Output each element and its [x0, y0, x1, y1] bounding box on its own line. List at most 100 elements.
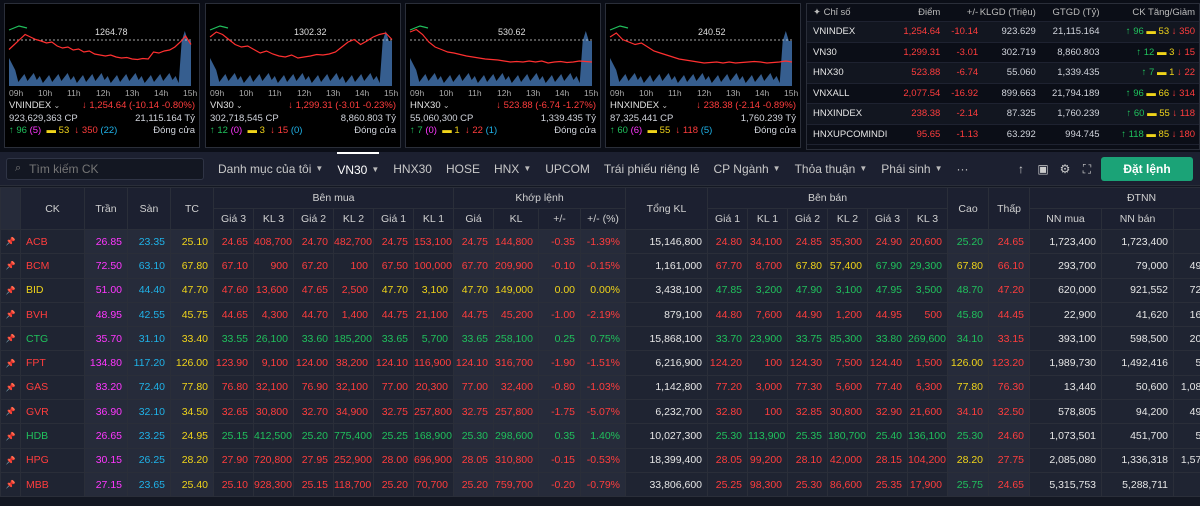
tab-6[interactable]: Trái phiếu riêng lẻ [604, 152, 700, 186]
row-bid-price-3[interactable]: 24.65 [213, 228, 254, 255]
chevron-down-icon[interactable]: ⌄ [659, 101, 668, 110]
row-bid-price-3[interactable]: 47.60 [213, 277, 254, 303]
chart-index-name[interactable]: HNXINDEX [610, 100, 659, 111]
summary-index-name[interactable]: VNXALL [807, 88, 895, 99]
row-bid-price-2[interactable]: 33.60 [293, 326, 334, 352]
pin-icon[interactable]: 📌 [0, 277, 21, 303]
table-row[interactable]: 📌 CTG 35.70 31.10 33.40 33.55 26,100 33.60 185,2… [0, 326, 1200, 352]
row-ask-price-2[interactable]: 33.75 [787, 326, 829, 352]
table-row[interactable]: 📌 BID 51.00 44.40 47.70 47.60 13,600 47.65 2,500… [0, 277, 1200, 303]
row-ask-price-2[interactable]: 25.35 [787, 423, 829, 449]
row-bid-price-2[interactable]: 44.70 [293, 301, 334, 328]
summary-index-name[interactable]: HNX30 [807, 67, 895, 78]
row-ask-price-2[interactable]: 25.30 [787, 471, 829, 498]
row-bid-price-1[interactable]: 77.00 [373, 374, 414, 401]
row-symbol[interactable]: BCM [20, 253, 85, 279]
tab-1[interactable]: VN30 ▼ [337, 151, 380, 186]
row-bid-price-2[interactable]: 76.90 [293, 374, 334, 401]
tab-10[interactable]: ··· [957, 152, 969, 186]
tab-7[interactable]: CP Ngành ▼ [714, 152, 781, 186]
pin-icon[interactable]: 📌 [0, 374, 21, 401]
summary-row[interactable]: HNXUPCOMINDI 95.65 -1.13 63.292 994.745 ↑ 118… [807, 125, 1199, 145]
row-bid-price-3[interactable]: 76.80 [213, 374, 254, 401]
row-bid-price-3[interactable]: 123.90 [213, 350, 254, 376]
row-bid-price-2[interactable]: 47.65 [293, 277, 334, 303]
index-chart-vnindex[interactable]: 1264.78 09h 10h 11h 12h 13h 14h 15h VNINDEX ⌄ ↓ 1… [4, 3, 200, 148]
row-symbol[interactable]: MBB [20, 471, 85, 498]
row-bid-price-2[interactable]: 124.00 [293, 350, 334, 376]
summary-index-name[interactable]: VNINDEX [807, 26, 895, 37]
row-bid-price-2[interactable]: 27.95 [293, 447, 334, 473]
row-ask-price-1[interactable]: 77.20 [707, 374, 749, 401]
pin-icon[interactable]: 📌 [0, 423, 21, 449]
row-ask-price-3[interactable]: 32.90 [867, 399, 909, 425]
tab-8[interactable]: Thỏa thuận ▼ [795, 152, 868, 186]
chevron-down-icon[interactable]: ⌄ [51, 101, 60, 110]
row-ask-price-1[interactable]: 32.80 [707, 399, 749, 425]
row-ask-price-1[interactable]: 124.20 [707, 350, 749, 376]
row-ask-price-3[interactable]: 28.15 [867, 447, 909, 473]
table-row[interactable]: 📌 GAS 83.20 72.40 77.80 76.80 32,100 76.90 32,10… [0, 374, 1200, 401]
row-bid-price-3[interactable]: 25.10 [213, 471, 254, 498]
row-ask-price-2[interactable]: 32.85 [787, 399, 829, 425]
index-chart-hnx30[interactable]: 530.62 09h 10h 11h 12h 13h 14h 15h HNX30 ⌄ ↓ 523.… [405, 3, 601, 148]
place-order-button[interactable]: Đặt lệnh [1101, 157, 1193, 181]
row-symbol[interactable]: BID [20, 277, 85, 303]
row-bid-price-1[interactable]: 24.75 [373, 228, 414, 255]
row-ask-price-1[interactable]: 28.05 [707, 447, 749, 473]
chevron-down-icon[interactable]: ⌄ [441, 101, 450, 110]
row-ask-price-2[interactable]: 24.85 [787, 228, 829, 255]
summary-row[interactable]: VN30 1,299.31 -3.01 302.719 8,860.803 ↑ 12 ▬ … [807, 43, 1199, 63]
row-ask-price-2[interactable]: 44.90 [787, 301, 829, 328]
row-bid-price-1[interactable]: 47.70 [373, 277, 414, 303]
pin-icon[interactable]: 📌 [0, 471, 21, 498]
row-bid-price-1[interactable]: 25.20 [373, 471, 414, 498]
row-ask-price-3[interactable]: 77.40 [867, 374, 909, 401]
pin-icon[interactable]: 📌 [0, 253, 21, 279]
row-ask-price-1[interactable]: 67.70 [707, 253, 749, 279]
row-ask-price-1[interactable]: 24.80 [707, 228, 749, 255]
chart-index-name[interactable]: VN30 [210, 100, 234, 111]
row-ask-price-3[interactable]: 25.40 [867, 423, 909, 449]
row-ask-price-3[interactable]: 24.90 [867, 228, 909, 255]
row-bid-price-3[interactable]: 67.10 [213, 253, 254, 279]
summary-index-name[interactable]: HNXUPCOMINDI [807, 129, 895, 140]
pin-icon[interactable]: 📌 [0, 228, 21, 255]
chart-index-name[interactable]: HNX30 [410, 100, 441, 111]
tab-5[interactable]: UPCOM [545, 152, 590, 186]
row-ask-price-3[interactable]: 47.95 [867, 277, 909, 303]
upload-icon[interactable]: ↑ [1012, 160, 1030, 178]
row-bid-price-1[interactable]: 25.25 [373, 423, 414, 449]
row-ask-price-2[interactable]: 77.30 [787, 374, 829, 401]
table-row[interactable]: 📌 HDB 26.65 23.25 24.95 25.15 412,500 25.20 775,… [0, 423, 1200, 449]
tab-3[interactable]: HOSE [446, 152, 480, 186]
row-ask-price-3[interactable]: 124.40 [867, 350, 909, 376]
row-bid-price-2[interactable]: 25.15 [293, 471, 334, 498]
pin-icon[interactable]: 📌 [0, 350, 21, 376]
row-ask-price-1[interactable]: 25.30 [707, 423, 749, 449]
row-symbol[interactable]: ACB [20, 228, 85, 255]
row-bid-price-1[interactable]: 44.75 [373, 301, 414, 328]
table-row[interactable]: 📌 HPG 30.15 26.25 28.20 27.90 720,800 27.95 252,… [0, 447, 1200, 473]
row-ask-price-3[interactable]: 25.35 [867, 471, 909, 498]
summary-row[interactable]: HNXINDEX 238.38 -2.14 87.325 1,760.239 ↑ 60 ▬… [807, 104, 1199, 125]
row-bid-price-3[interactable]: 27.90 [213, 447, 254, 473]
pin-icon[interactable]: 📌 [0, 447, 21, 473]
row-bid-price-3[interactable]: 33.55 [213, 326, 254, 352]
pin-icon[interactable]: 📌 [0, 301, 21, 328]
row-ask-price-1[interactable]: 25.25 [707, 471, 749, 498]
row-symbol[interactable]: HDB [20, 423, 85, 449]
table-row[interactable]: 📌 MBB 27.15 23.65 25.40 25.10 928,300 25.15 118,… [0, 471, 1200, 498]
row-symbol[interactable]: GAS [20, 374, 85, 401]
row-ask-price-1[interactable]: 47.85 [707, 277, 749, 303]
summary-row[interactable]: HNX30 523.88 -6.74 55.060 1,339.435 ↑ 7 ▬ 1 ↓… [807, 63, 1199, 84]
row-ask-price-3[interactable]: 44.95 [867, 301, 909, 328]
row-ask-price-1[interactable]: 44.80 [707, 301, 749, 328]
row-bid-price-2[interactable]: 24.70 [293, 228, 334, 255]
row-bid-price-3[interactable]: 25.15 [213, 423, 254, 449]
excel-export-icon[interactable]: ▣ [1034, 160, 1052, 178]
row-ask-price-2[interactable]: 28.10 [787, 447, 829, 473]
row-symbol[interactable]: CTG [20, 326, 85, 352]
fullscreen-icon[interactable]: ⛶ [1078, 160, 1096, 178]
col-ck[interactable]: CK [20, 187, 85, 230]
